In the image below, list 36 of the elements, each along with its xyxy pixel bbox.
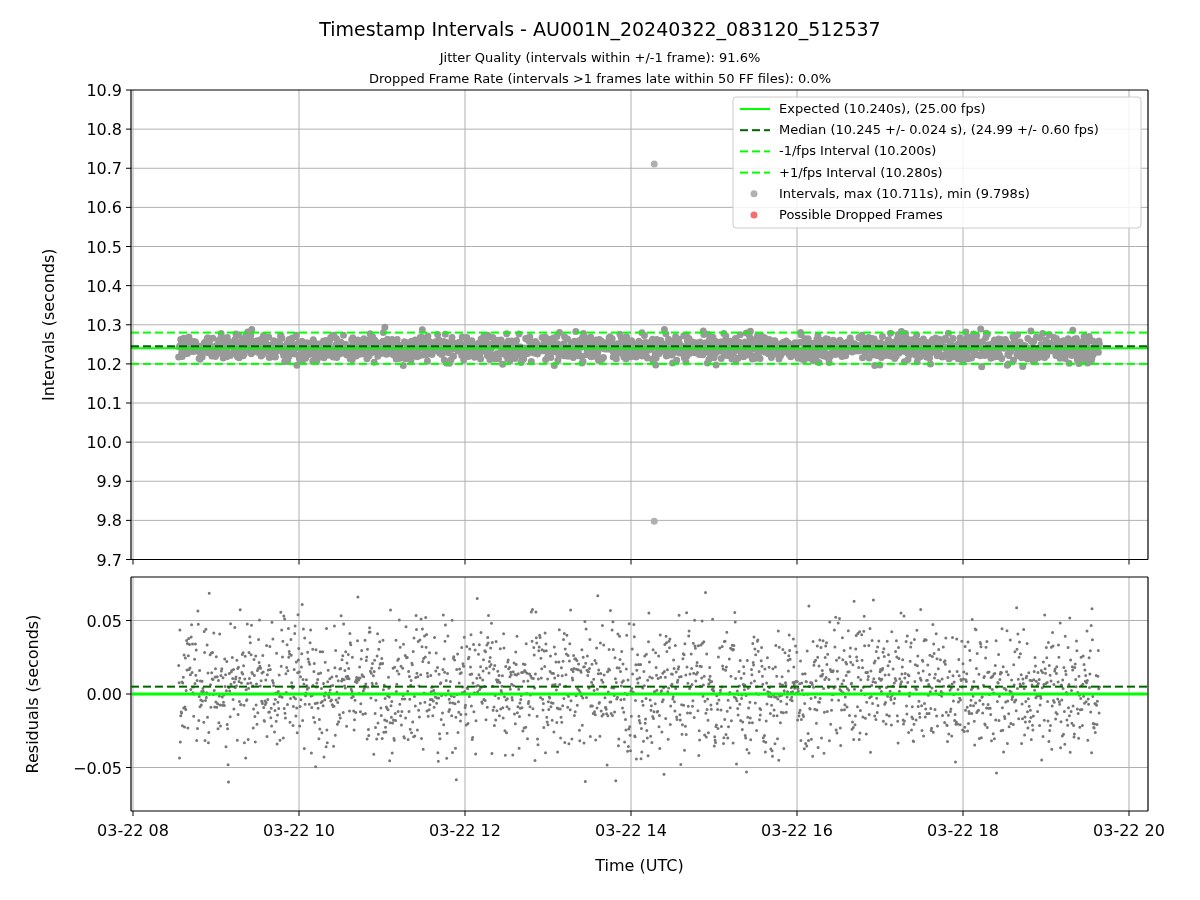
tick-label: 03-22 08 xyxy=(97,821,169,840)
tick-label: 9.7 xyxy=(96,550,122,570)
tick-label: 03-22 18 xyxy=(927,821,999,840)
tick-label: 03-22 20 xyxy=(1093,821,1165,840)
tick-label: 10.0 xyxy=(86,433,122,453)
tick-label: 10.8 xyxy=(86,120,122,140)
chart-title: Timestamp Intervals - AU001N_20240322_083120_512537 xyxy=(319,18,881,40)
chart-subtitle: Jitter Quality (intervals within +/-1 frame): 91.6% xyxy=(439,50,761,65)
outlier-point xyxy=(650,517,658,525)
axis-label: Time (UTC) xyxy=(595,856,684,875)
legend-label: -1/fps Interval (10.200s) xyxy=(779,143,937,159)
tick-label: 10.2 xyxy=(86,354,122,374)
tick-label: 03-22 16 xyxy=(761,821,833,840)
tick-label: 0.05 xyxy=(86,611,122,631)
legend-label: +1/fps Interval (10.280s) xyxy=(779,164,943,180)
legend-label: Intervals, max (10.711s), min (9.798s) xyxy=(779,185,1030,201)
tick-label: 10.7 xyxy=(86,159,122,179)
tick-label: 10.9 xyxy=(86,81,122,100)
tick-label: 03-22 14 xyxy=(595,821,667,840)
tick-label: 0.00 xyxy=(86,685,122,704)
tick-label: 10.4 xyxy=(86,276,122,296)
legend-label: Median (10.245 +/- 0.024 s), (24.99 +/- 0.60 fps) xyxy=(779,122,1099,138)
tick-label: −0.05 xyxy=(72,758,122,778)
tick-label: 03-22 10 xyxy=(263,821,335,840)
axis-label: Residuals (seconds) xyxy=(23,614,42,774)
tick-label: 10.5 xyxy=(86,237,122,257)
tick-label: 10.1 xyxy=(86,394,122,413)
tick-label: 03-22 12 xyxy=(429,821,501,840)
tick-label: 9.9 xyxy=(96,472,122,492)
axis-label: Intervals (seconds) xyxy=(39,248,58,402)
legend-label: Possible Dropped Frames xyxy=(779,207,943,222)
legend-label: Expected (10.240s), (25.00 fps) xyxy=(779,101,986,116)
tick-label: 9.8 xyxy=(96,511,122,531)
tick-label: 10.3 xyxy=(86,315,122,335)
tick-label: 10.6 xyxy=(86,198,122,218)
chart-subtitle: Dropped Frame Rate (intervals >1 frames late within 50 FF files): 0.0% xyxy=(368,71,832,86)
